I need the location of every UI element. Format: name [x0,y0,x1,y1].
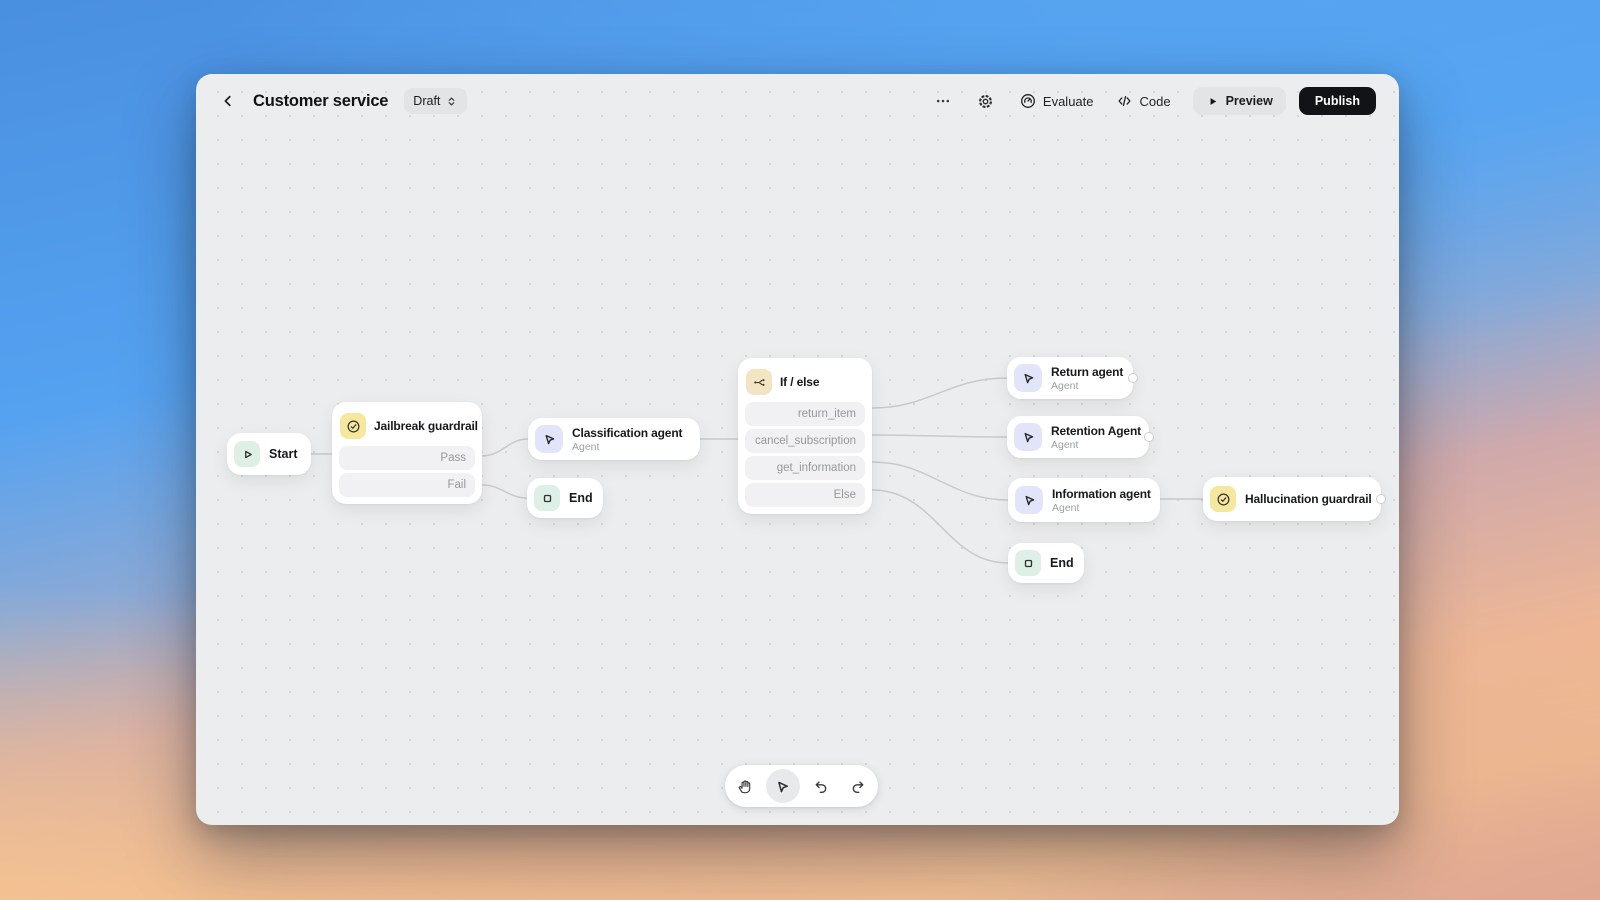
node-subtitle: Agent [1051,379,1079,392]
branch-label: cancel_subscription [754,435,856,447]
node-end-1[interactable]: End [527,478,603,518]
node-title: Return agent [1051,364,1124,379]
code-label: Code [1139,93,1171,109]
node-information-agent[interactable]: Information agent Agent [1008,478,1160,522]
pan-tool-button[interactable] [728,769,762,803]
node-title: Start [269,447,298,461]
node-subtitle: Agent [1051,438,1079,451]
status-badge: Draft [413,94,441,108]
evaluate-button[interactable]: Evaluate [1020,93,1094,109]
ellipsis-icon [936,99,950,103]
node-subtitle: Agent [572,440,600,453]
undo-button[interactable] [804,769,838,803]
end-square-icon [534,485,560,511]
node-end-2[interactable]: End [1008,543,1084,583]
evaluate-label: Evaluate [1042,93,1094,109]
publish-button[interactable]: Publish [1298,87,1376,115]
output-port[interactable] [1376,494,1386,504]
header: Customer service Draft Evaluate Code Pre… [196,74,1399,128]
edge-else-end [871,489,1009,564]
branch-label: Fail [447,479,466,491]
cursor-icon [778,781,788,792]
chevron-left-icon [224,95,231,107]
select-tool-button[interactable] [765,769,800,803]
branch-row-pass[interactable]: Pass [339,446,475,470]
page-title: Customer service [253,91,389,110]
hand-icon [738,779,751,793]
branch-row-fail[interactable]: Fail [339,473,475,497]
code-button[interactable]: Code [1116,93,1171,109]
play-icon [1210,97,1216,105]
agent-cursor-icon [1015,486,1043,514]
preview-button[interactable]: Preview [1192,87,1286,115]
app-window: Customer service Draft Evaluate Code Pre… [196,74,1399,825]
undo-icon [815,780,827,793]
edge-pass-classification [481,438,529,457]
node-title: If / else [780,375,820,389]
output-port[interactable] [1128,373,1138,383]
chevron-up-down-icon [449,96,455,106]
node-if-else[interactable]: If / else return_item cancel_subscriptio… [738,358,872,514]
back-button[interactable] [216,89,240,113]
branch-row-cancel-subscription[interactable]: cancel_subscription [745,429,865,453]
node-header: If / else [745,365,865,399]
node-title: End [569,491,593,505]
node-title: End [1050,556,1074,570]
output-port[interactable] [1144,432,1154,442]
node-title: Jailbreak guardrail [374,419,478,433]
branch-label: Pass [440,452,466,464]
redo-button[interactable] [842,769,876,803]
node-start[interactable]: Start [227,433,311,475]
branch-label: get_information [776,462,856,474]
node-retention-agent[interactable]: Retention Agent Agent [1007,416,1149,458]
branch-row-else[interactable]: Else [745,483,865,507]
agent-cursor-icon [1014,423,1042,451]
node-subtitle: Agent [1052,501,1080,514]
evaluate-gauge-icon [1020,94,1035,108]
node-title: Information agent [1052,486,1151,501]
branch-row-get-information[interactable]: get_information [745,456,865,480]
preview-label: Preview [1225,94,1273,108]
branch-row-return-item[interactable]: return_item [745,402,865,426]
start-play-icon [234,441,260,467]
edge-cancel-retention [871,434,1008,438]
node-jailbreak-guardrail[interactable]: Jailbreak guardrail Pass Fail [332,402,482,504]
gear-icon [978,94,992,108]
guardrail-icon [1210,486,1236,512]
more-menu-button[interactable] [931,89,955,113]
node-header: Jailbreak guardrail [339,409,478,443]
canvas-toolbar [725,765,878,807]
edge-returnitem-returnagent [871,377,1008,409]
settings-button[interactable] [973,89,998,114]
node-title: Classification agent [572,425,683,440]
node-classification-agent[interactable]: Classification agent Agent [528,418,700,460]
code-icon [1117,95,1131,107]
node-return-agent[interactable]: Return agent Agent [1007,357,1133,399]
agent-cursor-icon [535,425,563,453]
end-square-icon [1015,550,1041,576]
redo-icon [852,780,864,793]
branch-label: return_item [797,408,856,420]
node-hallucination-guardrail[interactable]: Hallucination guardrail [1203,477,1381,521]
branch-split-icon [746,369,772,395]
guardrail-icon [340,413,366,439]
edge-fail-end [481,484,528,499]
branch-label: Else [833,489,856,501]
edge-getinfo-information [871,461,1009,501]
node-title: Retention Agent [1051,423,1141,438]
agent-cursor-icon [1014,364,1042,392]
status-dropdown[interactable]: Draft [404,88,468,114]
node-title: Hallucination guardrail [1245,492,1372,506]
